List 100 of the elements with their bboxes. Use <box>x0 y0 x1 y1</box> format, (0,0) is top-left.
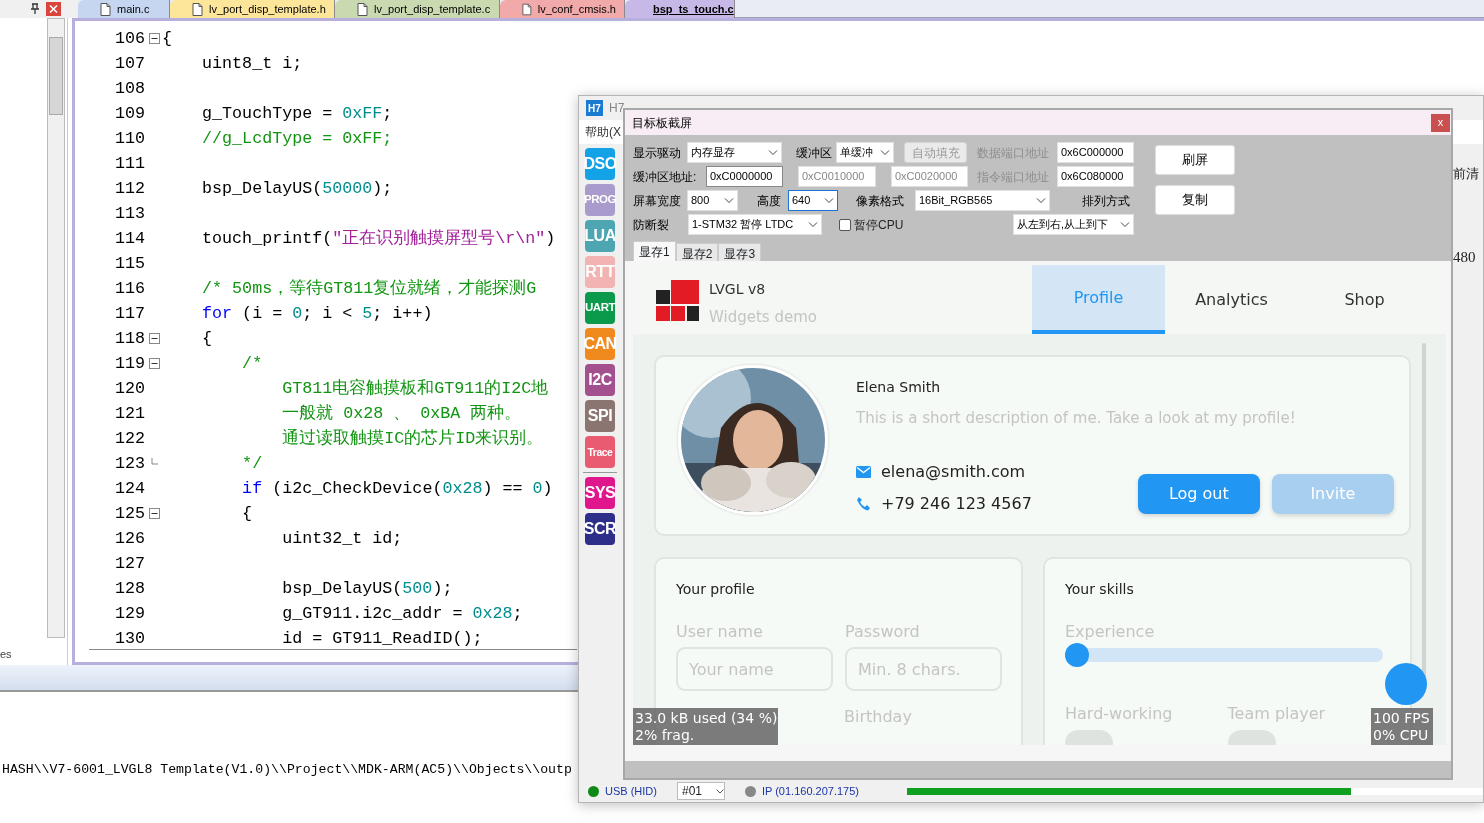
line-number: 118 <box>113 328 146 350</box>
file-tab[interactable]: lv_port_disp_template.c <box>335 0 500 18</box>
field-label: 高度 <box>757 192 782 210</box>
dropdown[interactable]: 从左到右,从上到下 <box>1013 214 1134 235</box>
file-tab[interactable]: lv_port_disp_template.h <box>170 0 335 18</box>
line-number: 129 <box>113 603 146 625</box>
code-line: g_GT911.i2c_addr = 0x28; <box>281 603 523 625</box>
line-number: 112 <box>113 178 146 200</box>
close-button[interactable] <box>46 2 61 16</box>
code-line: { <box>162 28 172 50</box>
tab[interactable]: Analytics <box>1165 265 1298 334</box>
field-label: 显示驱动 <box>633 144 682 162</box>
status-dot <box>744 785 756 797</box>
label-text: 480 <box>1453 247 1477 267</box>
input-field[interactable]: 0xC0000000 <box>706 166 783 187</box>
dropdown[interactable]: 800 <box>687 190 738 211</box>
line-number: 127 <box>113 553 146 575</box>
tab[interactable]: 显存3 <box>718 243 762 261</box>
phone-text: +79 246 123 4567 <box>881 492 1032 515</box>
fold-icon[interactable] <box>149 333 160 344</box>
tab[interactable]: Shop <box>1298 265 1431 334</box>
line-number: 126 <box>113 528 146 550</box>
field-label: 缓冲区地址: <box>633 168 698 186</box>
file-icon <box>522 2 532 16</box>
tool-button[interactable]: I2C <box>585 364 615 396</box>
line-number: 119 <box>113 353 146 375</box>
line-number: 130 <box>113 628 146 650</box>
checkbox-label: 暂停CPU <box>854 216 904 234</box>
caret-icon <box>768 149 778 156</box>
logo-icon <box>656 280 699 321</box>
tab[interactable]: 显存2 <box>675 243 719 261</box>
card-title: Your skills <box>1065 580 1135 599</box>
checkbox[interactable] <box>839 218 851 231</box>
mail-icon <box>856 465 871 478</box>
code-line: touch_printf("正在识别触摸屏型号\r\n") <box>201 228 556 250</box>
input-field[interactable]: 0x6C080000 <box>1057 166 1134 187</box>
phone-icon <box>856 496 871 511</box>
code-line: for (i = 0; i < 5; i++) <box>201 303 433 325</box>
performance-monitor: 100 FPS 0% CPU <box>1371 708 1433 745</box>
file-icon <box>357 2 368 16</box>
file-tab[interactable]: bsp_ts_touch.c <box>625 0 735 18</box>
code-line: uint32_t id; <box>281 528 403 550</box>
file-tab[interactable]: main.c <box>78 0 170 18</box>
tool-button[interactable]: SYS <box>585 477 615 509</box>
file-icon <box>192 2 203 16</box>
code-line: /* <box>241 353 263 375</box>
tool-button[interactable]: UART <box>585 292 615 324</box>
dropdown[interactable]: 内存显存 <box>687 142 782 163</box>
card-title: Your profile <box>676 580 756 599</box>
tool-button[interactable]: SPI <box>585 400 615 432</box>
line-number: 120 <box>113 378 146 400</box>
field-label: 防断裂 <box>633 216 670 234</box>
code-line: { <box>201 328 213 350</box>
email-text: elena@smith.com <box>881 460 1026 483</box>
line-number: 111 <box>113 153 146 175</box>
line-number: 122 <box>113 428 146 450</box>
device-select[interactable]: #01 <box>676 782 725 800</box>
input-field[interactable]: 0x6C000000 <box>1057 142 1134 163</box>
status-text: IP (01.160.207.175) <box>761 783 859 799</box>
memory-monitor: 33.0 kB used (34 %) 2% frag. <box>633 708 778 745</box>
line-number: 106 <box>113 28 146 50</box>
scrollbar[interactable] <box>47 18 65 638</box>
dropdown[interactable]: 单缓冲 <box>836 142 894 163</box>
file-tab[interactable]: lv_conf_cmsis.h <box>500 0 625 18</box>
field-label: 缓冲区 <box>796 144 833 162</box>
code-line: GT811电容触摸板和GT911的I2C地 <box>281 377 549 400</box>
caret-icon <box>715 788 724 794</box>
pin-icon[interactable] <box>30 3 40 15</box>
code-line: bsp_DelayUS(500); <box>281 578 453 600</box>
caret-icon <box>824 197 834 204</box>
caret-icon <box>808 221 818 228</box>
window-title: H7 <box>609 100 625 117</box>
action-button[interactable]: 复制 <box>1155 185 1235 215</box>
line-number: 125 <box>113 503 146 525</box>
field-label: 排列方式 <box>1082 192 1131 210</box>
line-number: 115 <box>113 253 146 275</box>
tab[interactable]: 显存1 <box>633 241 676 261</box>
line-number: 124 <box>113 478 146 500</box>
field-label: 像素格式 <box>856 192 905 210</box>
fold-icon[interactable] <box>149 358 160 369</box>
code-line: if (i2c_CheckDevice(0x28) == 0) <box>241 478 553 500</box>
caret-icon <box>880 149 890 156</box>
label-text: 前清 <box>1453 165 1480 183</box>
line-number: 117 <box>113 303 146 325</box>
code-line: */ <box>241 453 263 475</box>
fold-icon[interactable] <box>149 508 160 519</box>
line-number: 116 <box>113 278 146 300</box>
fold-icon[interactable] <box>149 33 160 44</box>
app-icon: H7 <box>586 100 603 116</box>
dropdown[interactable]: 640 <box>788 190 838 211</box>
caret-icon <box>1036 197 1046 204</box>
caret-icon <box>724 197 734 204</box>
slider-handle[interactable] <box>1065 643 1089 667</box>
action-button[interactable]: 刷屏 <box>1155 145 1235 175</box>
profile-name: Elena Smith <box>856 378 942 397</box>
dropdown[interactable]: 16Bit_RGB565 <box>915 190 1050 211</box>
code-line: 一般就 0x28 、 0xBA 两种。 <box>281 403 522 425</box>
file-icon <box>100 2 111 16</box>
dropdown[interactable]: 1-STM32 暂停 LTDC <box>688 214 822 235</box>
close-button[interactable]: x <box>1431 113 1450 132</box>
